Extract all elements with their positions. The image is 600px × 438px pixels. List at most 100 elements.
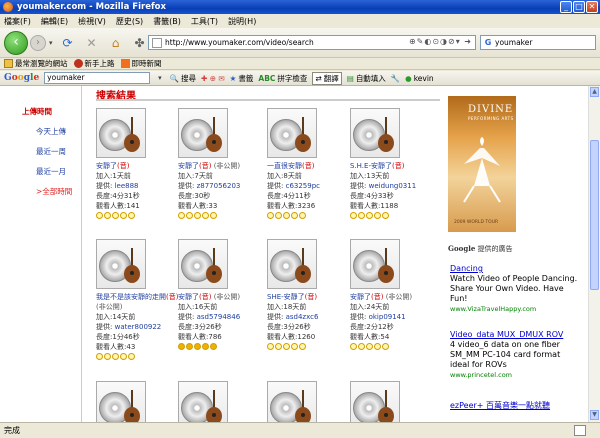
star-icon[interactable] xyxy=(275,343,282,350)
star-icon[interactable] xyxy=(186,212,193,219)
video-thumbnail[interactable] xyxy=(96,108,146,158)
ad-title[interactable]: ezPeer+ 百萬音樂一點就聽 xyxy=(450,401,582,411)
video-thumbnail[interactable] xyxy=(178,108,228,158)
video-title[interactable]: SHE-安靜了(音) xyxy=(267,292,352,302)
scroll-up-icon[interactable]: ▲ xyxy=(590,87,599,97)
extension-icon[interactable]: ✤ xyxy=(131,34,149,52)
forward-button[interactable]: › xyxy=(30,34,46,51)
star-icon[interactable] xyxy=(350,343,357,350)
bookmark-latest-news[interactable]: 即時新聞 xyxy=(120,58,162,69)
star-icon[interactable] xyxy=(283,212,290,219)
video-thumbnail[interactable] xyxy=(96,381,146,422)
ad-item[interactable]: Dancing Watch Video of People Dancing. S… xyxy=(450,264,582,314)
ad-item[interactable]: ezPeer+ 百萬音樂一點就聽 xyxy=(450,401,582,411)
scroll-down-icon[interactable]: ▼ xyxy=(590,410,599,420)
star-icon[interactable] xyxy=(374,343,381,350)
account-button[interactable]: ● kevin xyxy=(405,74,434,83)
url-input[interactable] xyxy=(165,38,385,47)
rating-stars[interactable] xyxy=(96,353,181,360)
video-title[interactable]: 我是不是該安靜的走開(音) (非公開) xyxy=(96,292,181,312)
ad-url[interactable]: www.princetel.com xyxy=(450,370,582,380)
star-icon[interactable] xyxy=(275,212,282,219)
provider-link[interactable]: lee888 xyxy=(115,182,139,190)
star-icon[interactable] xyxy=(120,353,127,360)
video-thumbnail[interactable] xyxy=(178,239,228,289)
scroll-thumb[interactable] xyxy=(590,140,599,290)
star-icon[interactable] xyxy=(112,212,119,219)
spellcheck-button[interactable]: ABC 拼字檢查 xyxy=(258,73,307,84)
reload-icon[interactable]: ⟳ xyxy=(59,34,77,52)
video-thumbnail[interactable] xyxy=(178,381,228,422)
video-title[interactable]: 安靜了(音) xyxy=(96,161,181,171)
star-icon[interactable] xyxy=(358,343,365,350)
stop-icon[interactable]: ✕ xyxy=(83,34,101,52)
star-icon[interactable] xyxy=(291,343,298,350)
video-title[interactable]: S.H.E-安靜了(音) xyxy=(350,161,435,171)
url-bar[interactable]: ⊕✎◐⊙◑⊘▾ ➜ xyxy=(148,35,476,50)
rating-stars[interactable] xyxy=(178,343,263,350)
star-icon[interactable] xyxy=(194,212,201,219)
star-icon[interactable] xyxy=(96,212,103,219)
video-title[interactable]: 一直很安靜(音) xyxy=(267,161,352,171)
google-toolbar-logo[interactable]: Google xyxy=(4,73,39,83)
rating-stars[interactable] xyxy=(96,212,181,219)
video-thumbnail[interactable] xyxy=(350,381,400,422)
video-thumbnail[interactable] xyxy=(350,108,400,158)
star-icon[interactable] xyxy=(366,343,373,350)
filter-last-month[interactable]: 最近一月 xyxy=(36,166,81,177)
video-title[interactable]: 安靜了(音) (非公開) xyxy=(350,292,435,302)
star-icon[interactable] xyxy=(283,343,290,350)
provider-link[interactable]: okip09141 xyxy=(369,313,406,321)
ad-title[interactable]: Video_data MUX_DMUX ROV xyxy=(450,330,582,340)
google-bookmarks-button[interactable]: ★ 書籤 xyxy=(230,73,254,84)
provider-link[interactable]: asd5794846 xyxy=(197,313,241,321)
provider-link[interactable]: water800922 xyxy=(115,323,162,331)
bookmark-getting-started[interactable]: 新手上路 xyxy=(73,58,115,69)
rating-stars[interactable] xyxy=(267,212,352,219)
star-icon[interactable] xyxy=(194,343,201,350)
maximize-button[interactable]: □ xyxy=(573,1,585,13)
star-icon[interactable] xyxy=(350,212,357,219)
google-search-engine-icon[interactable]: G xyxy=(481,38,495,47)
search-input[interactable] xyxy=(495,38,585,47)
ad-url[interactable]: www.VizaTravelHappy.com xyxy=(450,304,582,314)
divine-ad-banner[interactable]: DIVINE PERFORMING ARTS 2009 WORLD TOUR xyxy=(448,96,516,232)
star-icon[interactable] xyxy=(299,212,306,219)
rating-stars[interactable] xyxy=(178,212,263,219)
search-box[interactable]: G xyxy=(480,35,596,50)
rating-stars[interactable] xyxy=(350,343,435,350)
autofill-button[interactable]: ▤ 自動填入 xyxy=(347,73,386,84)
star-icon[interactable] xyxy=(267,212,274,219)
google-toolbar-search[interactable]: youmaker xyxy=(44,72,151,84)
star-icon[interactable] xyxy=(96,353,103,360)
video-title[interactable]: 安靜了(音) (非公開) xyxy=(178,292,263,302)
provider-link[interactable]: asd4zxc6 xyxy=(286,313,319,321)
rating-stars[interactable] xyxy=(267,343,352,350)
provider-link[interactable]: weidung0311 xyxy=(369,182,417,190)
bookmark-most-visited[interactable]: 最常瀏覽的網站 xyxy=(4,58,68,69)
google-search-button[interactable]: 🔍 搜尋 xyxy=(170,73,196,84)
vertical-scrollbar[interactable]: ▲ ▼ xyxy=(588,86,600,422)
url-bar-icons[interactable]: ⊕✎◐⊙◑⊘▾ ➜ xyxy=(409,37,472,46)
star-icon[interactable] xyxy=(128,353,135,360)
filter-last-week[interactable]: 最近一周 xyxy=(36,146,81,157)
menu-view[interactable]: 檢視(V) xyxy=(78,16,106,27)
menu-bookmarks[interactable]: 書籤(B) xyxy=(153,16,181,27)
toolbar-extras[interactable]: ✚ ⊕ ✉ xyxy=(201,74,225,83)
video-thumbnail[interactable] xyxy=(350,239,400,289)
star-icon[interactable] xyxy=(104,212,111,219)
star-icon[interactable] xyxy=(202,343,209,350)
menu-edit[interactable]: 編輯(E) xyxy=(41,16,68,27)
star-icon[interactable] xyxy=(382,343,389,350)
star-icon[interactable] xyxy=(366,212,373,219)
video-thumbnail[interactable] xyxy=(267,239,317,289)
star-icon[interactable] xyxy=(128,212,135,219)
filter-today[interactable]: 今天上傳 xyxy=(36,126,81,137)
settings-button[interactable]: 🔧 xyxy=(391,74,400,83)
star-icon[interactable] xyxy=(374,212,381,219)
star-icon[interactable] xyxy=(267,343,274,350)
star-icon[interactable] xyxy=(120,212,127,219)
star-icon[interactable] xyxy=(178,343,185,350)
history-dropdown-icon[interactable]: ▾ xyxy=(49,39,53,47)
star-icon[interactable] xyxy=(210,212,217,219)
